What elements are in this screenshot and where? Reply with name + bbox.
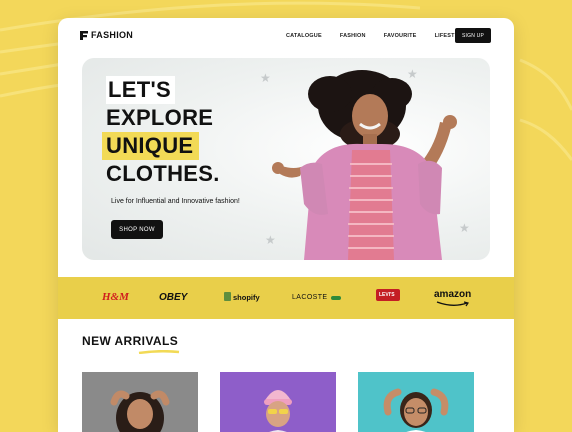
shopify-bag-icon [224, 292, 231, 301]
brand-logo-shopify: shopify [233, 293, 260, 302]
product-image [358, 372, 474, 432]
nav-link-fashion[interactable]: FASHION [340, 33, 366, 39]
hero-model-image [272, 70, 457, 260]
crocodile-icon [331, 296, 341, 300]
website-window: FASHION CATALOGUE FASHION FAVOURITE LIFE… [58, 18, 514, 432]
hero-banner: ★ ★ ★ ★ LET'S EXPLORE UNIQUE CLOTHES. Li… [82, 58, 490, 260]
product-card[interactable] [220, 372, 336, 432]
product-card[interactable] [358, 372, 474, 432]
title-underline-decoration [138, 350, 180, 354]
product-image [220, 372, 336, 432]
brand-logo-levis: LEVI'S [379, 292, 395, 298]
product-card[interactable] [82, 372, 198, 432]
headline-line-4: CLOTHES. [106, 161, 220, 186]
shop-now-button[interactable]: SHOP NOW [111, 220, 163, 239]
top-navigation: FASHION CATALOGUE FASHION FAVOURITE LIFE… [58, 18, 514, 56]
brand-name: FASHION [91, 30, 134, 40]
headline-line-1: LET'S [106, 76, 175, 104]
headline-line-2: EXPLORE [106, 105, 214, 130]
brand-logo-amazon: amazon [434, 289, 472, 300]
hero-headline: LET'S EXPLORE UNIQUE CLOTHES. [102, 76, 220, 188]
brand-logo-hm: H&M [102, 291, 129, 303]
new-arrivals-title: NEW ARRIVALS [82, 334, 179, 348]
product-image [82, 372, 198, 432]
brand-logo-lacoste: LACOSTE [292, 294, 328, 301]
nav-link-catalogue[interactable]: CATALOGUE [286, 33, 322, 39]
brand-logo[interactable]: FASHION [80, 30, 133, 40]
hero-tagline: Live for Influential and Innovative fash… [111, 198, 240, 205]
nav-link-favourite[interactable]: FAVOURITE [384, 33, 417, 39]
headline-line-3: UNIQUE [102, 132, 200, 160]
brand-logos-bar: H&M OBEY shopify LACOSTE LEVI'S amazon [58, 277, 514, 319]
sign-up-button[interactable]: SIGN UP [455, 28, 491, 43]
amazon-smile-icon [436, 301, 469, 307]
brand-logo-obey: OBEY [159, 292, 188, 303]
fashion-logo-icon [80, 30, 88, 40]
